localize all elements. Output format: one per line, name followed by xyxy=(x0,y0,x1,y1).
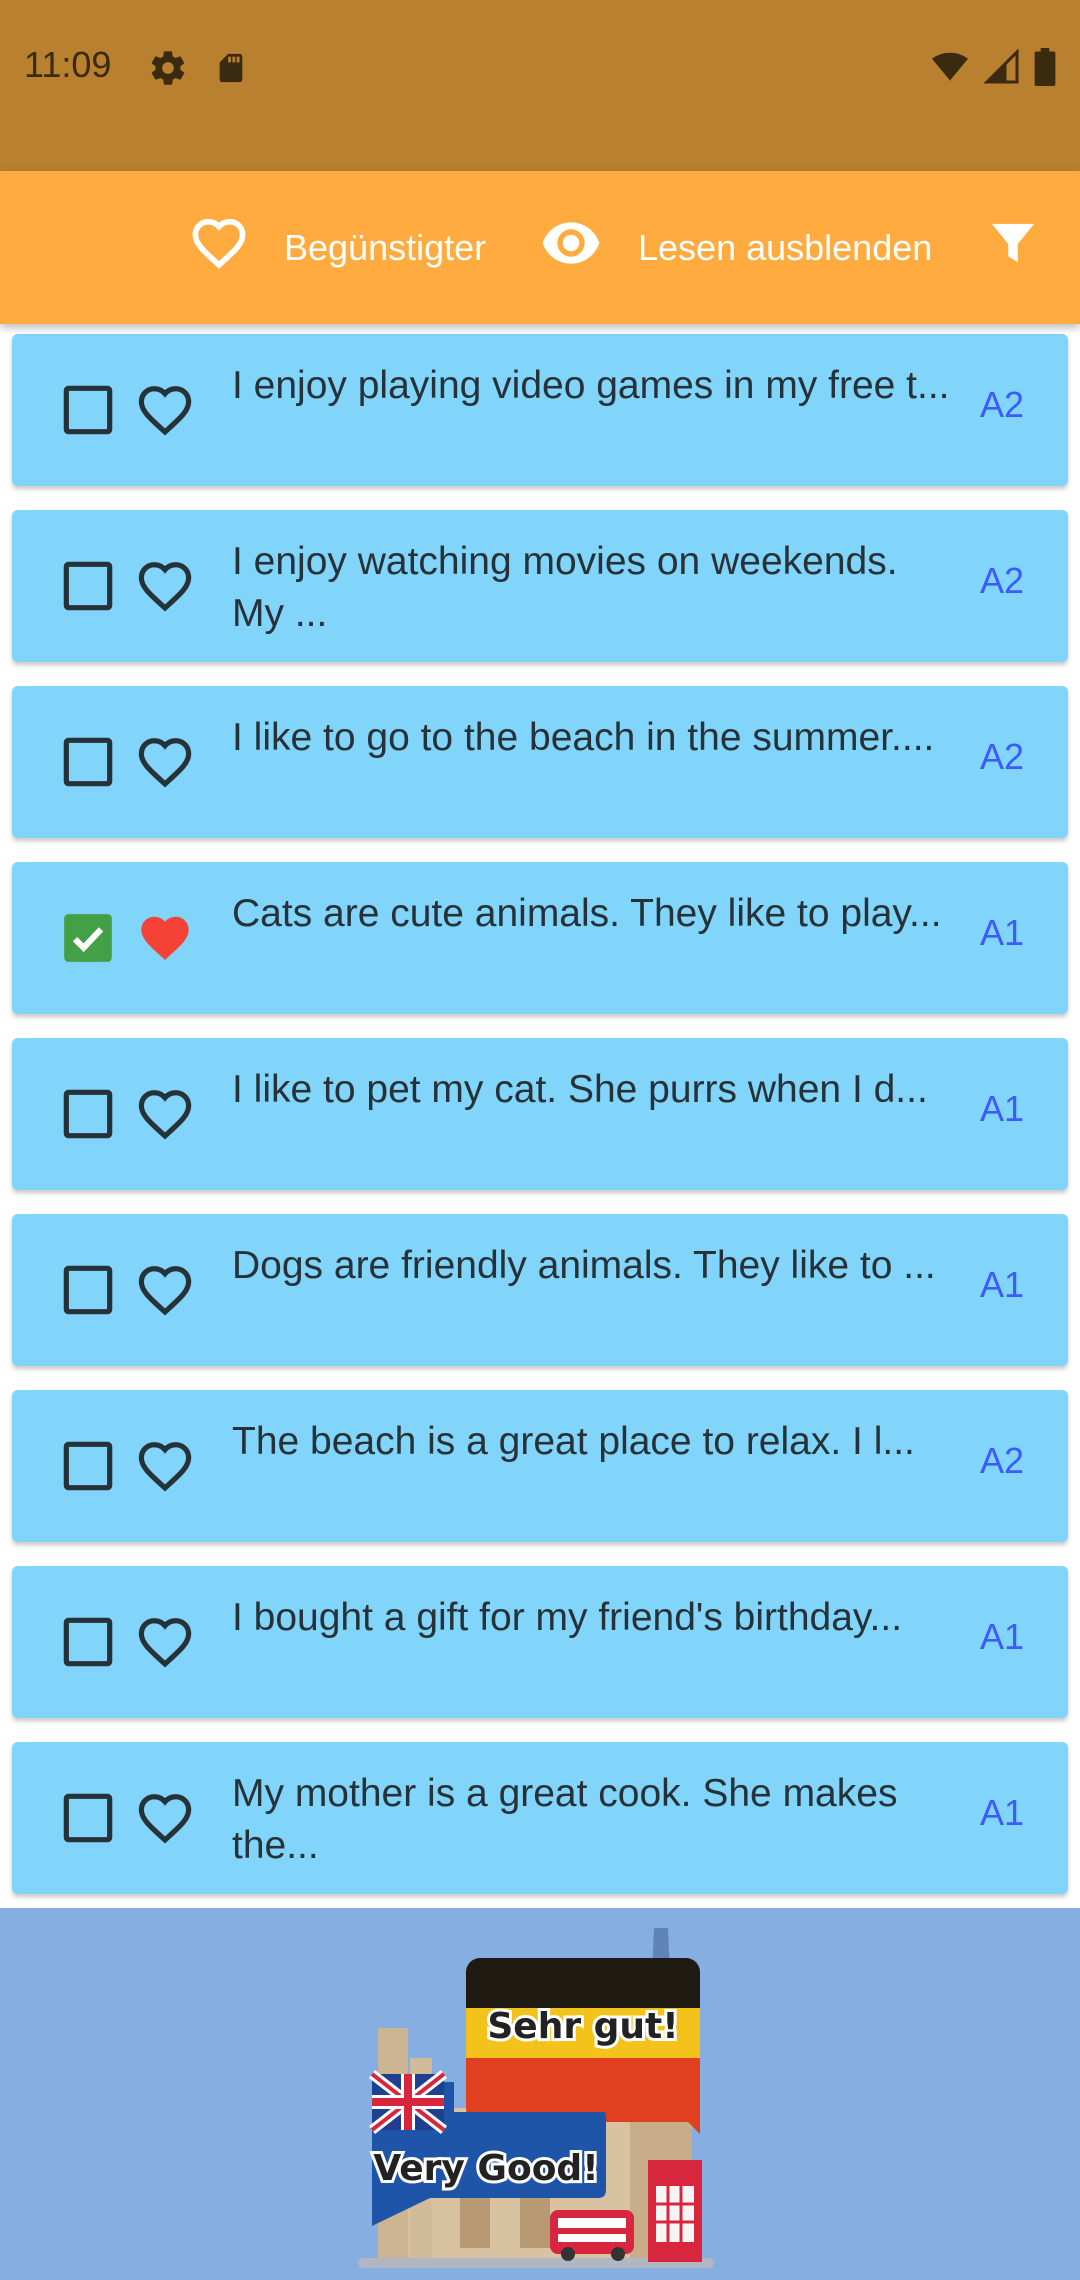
level-badge: A1 xyxy=(979,912,1024,953)
heart-outline-icon[interactable] xyxy=(136,384,194,436)
heart-outline-icon[interactable] xyxy=(136,1616,194,1668)
battery-icon xyxy=(1034,48,1056,91)
story-preview-text: I like to pet my cat. She purrs when I d… xyxy=(232,1068,928,1111)
story-preview-text: I enjoy playing video games in my free t… xyxy=(232,364,950,407)
story-preview-text: The beach is a great place to relax. I l… xyxy=(232,1420,915,1463)
list-item[interactable]: I enjoy playing video games in my free t… xyxy=(12,334,1068,486)
heart-outline-icon[interactable] xyxy=(136,1792,194,1844)
story-preview-text: My mother is a great cook. She makes the… xyxy=(232,1772,898,1867)
level-badge: A2 xyxy=(979,1440,1024,1481)
heart-outline-icon xyxy=(190,217,248,278)
filter-icon xyxy=(990,220,1036,275)
story-preview-text: I enjoy watching movies on weekends. My … xyxy=(232,540,898,635)
checkbox-checked[interactable] xyxy=(62,912,114,964)
list-item[interactable]: Cats are cute animals. They like to play… xyxy=(12,862,1068,1014)
status-time: 11:09 xyxy=(24,44,112,85)
level-badge: A1 xyxy=(979,1088,1024,1129)
heart-outline-icon[interactable] xyxy=(136,736,194,788)
sd-card-icon xyxy=(214,50,248,91)
checkbox[interactable] xyxy=(62,1264,114,1316)
status-bar: 11:09 xyxy=(0,0,1080,171)
german-text: Sehr gut! xyxy=(487,2006,678,2047)
story-list[interactable]: I enjoy playing video games in my free t… xyxy=(0,324,1080,1908)
filter-toolbar: Begünstigter Lesen ausblenden xyxy=(0,171,1080,324)
checkbox[interactable] xyxy=(62,1792,114,1844)
list-item[interactable]: I like to pet my cat. She purrs when I d… xyxy=(12,1038,1068,1190)
eye-icon xyxy=(540,222,602,273)
level-badge: A1 xyxy=(979,1616,1024,1657)
story-preview-text: Cats are cute animals. They like to play… xyxy=(232,892,942,935)
heart-outline-icon[interactable] xyxy=(136,1088,194,1140)
story-preview-text: I bought a gift for my friend's birthday… xyxy=(232,1596,903,1639)
heart-outline-icon[interactable] xyxy=(136,560,194,612)
checkbox[interactable] xyxy=(62,1616,114,1668)
promo-banner[interactable]: Sehr gut! Very Good! xyxy=(0,1908,1080,2280)
heart-filled-icon[interactable] xyxy=(136,912,194,964)
status-right-icons xyxy=(930,48,1056,91)
list-item[interactable]: My mother is a great cook. She makes the… xyxy=(12,1742,1068,1894)
hide-read-toggle[interactable]: Lesen ausblenden xyxy=(540,171,932,324)
level-badge: A2 xyxy=(979,736,1024,777)
checkbox[interactable] xyxy=(62,560,114,612)
favorites-toggle[interactable]: Begünstigter xyxy=(190,171,486,324)
checkbox[interactable] xyxy=(62,736,114,788)
level-badge: A1 xyxy=(979,1264,1024,1305)
checkbox[interactable] xyxy=(62,1440,114,1492)
filter-button[interactable] xyxy=(990,171,1036,324)
list-item[interactable]: I bought a gift for my friend's birthday… xyxy=(12,1566,1068,1718)
heart-outline-icon[interactable] xyxy=(136,1264,194,1316)
gear-icon xyxy=(148,48,188,93)
checkbox[interactable] xyxy=(62,384,114,436)
wifi-icon xyxy=(930,49,970,90)
level-badge: A2 xyxy=(979,560,1024,601)
favorites-label: Begünstigter xyxy=(284,226,487,268)
signal-icon xyxy=(983,48,1020,90)
heart-outline-icon[interactable] xyxy=(136,1440,194,1492)
story-preview-text: Dogs are friendly animals. They like to … xyxy=(232,1244,936,1287)
list-item[interactable]: I like to go to the beach in the summer.… xyxy=(12,686,1068,838)
list-item[interactable]: I enjoy watching movies on weekends. My … xyxy=(12,510,1068,662)
level-badge: A1 xyxy=(979,1792,1024,1833)
english-text: Very Good! xyxy=(373,2148,598,2189)
list-item[interactable]: Dogs are friendly animals. They like to … xyxy=(12,1214,1068,1366)
list-item[interactable]: The beach is a great place to relax. I l… xyxy=(12,1390,1068,1542)
level-badge: A2 xyxy=(979,384,1024,425)
checkbox[interactable] xyxy=(62,1088,114,1140)
banner-illustration: Sehr gut! Very Good! xyxy=(358,1928,714,2268)
hide-read-label: Lesen ausblenden xyxy=(638,226,933,268)
story-preview-text: I like to go to the beach in the summer.… xyxy=(232,716,935,759)
